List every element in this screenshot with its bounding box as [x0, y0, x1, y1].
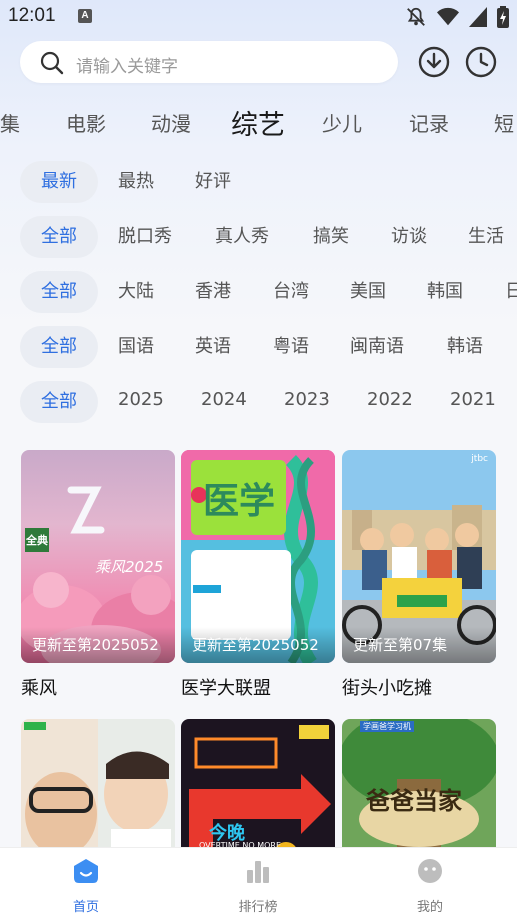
filter-chip-language-1[interactable]: 国语	[118, 326, 154, 368]
filter-chip-year-1[interactable]: 2025	[118, 381, 164, 421]
filter-chip-sort-2[interactable]: 好评	[195, 161, 231, 203]
show-card[interactable]: jtbc 更新至第07集 街头小吃摊	[342, 450, 496, 699]
history-icon[interactable]	[465, 46, 497, 78]
filter-chip-language-3[interactable]: 粤语	[273, 326, 309, 368]
filter-chip-language-0[interactable]: 全部	[20, 326, 98, 368]
filter-chip-region-1[interactable]: 大陆	[118, 271, 154, 313]
filter-chip-region-0[interactable]: 全部	[20, 271, 98, 313]
download-icon[interactable]	[418, 46, 450, 78]
filter-chip-language-5[interactable]: 韩语	[447, 326, 483, 368]
notification-badge-icon: A	[78, 9, 92, 23]
poster-text: jtbc	[471, 454, 488, 464]
status-icons	[405, 6, 509, 28]
filter-chip-genre-4[interactable]: 访谈	[391, 216, 427, 258]
filter-chip-genre-2[interactable]: 真人秀	[215, 216, 269, 258]
filter-chip-genre-3[interactable]: 搞笑	[313, 216, 349, 258]
update-badge: 更新至第2025052	[181, 627, 335, 663]
update-badge: 更新至第07集	[342, 627, 496, 663]
poster-tag: 全典	[26, 534, 48, 547]
filter-chip-year-4[interactable]: 2022	[367, 381, 413, 421]
poster-image: 医学 更新至第2025052	[181, 450, 335, 663]
filter-chip-region-4[interactable]: 美国	[350, 271, 386, 313]
filter-chip-region-5[interactable]: 韩国	[427, 271, 463, 313]
wifi-icon	[437, 7, 459, 26]
filter-row-sort: 最新 最热 好评	[0, 161, 517, 203]
signal-icon	[469, 7, 487, 27]
filter-chip-year-3[interactable]: 2023	[284, 381, 330, 421]
filter-chip-year-5[interactable]: 2021	[450, 381, 496, 421]
show-card[interactable]: 全典 乘风2025 更新至第2025052 乘风	[21, 450, 175, 699]
nav-item-home[interactable]: 首页	[0, 848, 172, 920]
profile-icon	[418, 859, 442, 883]
filter-chip-sort-0[interactable]: 最新	[20, 161, 98, 203]
search-input[interactable]: 请输入关键字	[20, 41, 398, 83]
tab-category-6[interactable]: 短	[494, 108, 514, 137]
bottom-nav: 首页 排行榜 我的	[0, 847, 517, 920]
tab-category-0[interactable]: 集	[0, 108, 20, 137]
filter-chip-language-4[interactable]: 闽南语	[350, 326, 404, 368]
tab-category-2[interactable]: 动漫	[151, 108, 191, 137]
status-time: 12:01	[8, 5, 56, 26]
filter-chip-genre-0[interactable]: 全部	[20, 216, 98, 258]
mute-icon	[407, 7, 425, 26]
filter-chip-sort-1[interactable]: 最热	[118, 161, 154, 203]
filter-chip-genre-5[interactable]: 生活	[468, 216, 504, 258]
nav-label: 排行榜	[238, 900, 278, 915]
show-card[interactable]: 医学 更新至第2025052 医学大联盟	[181, 450, 335, 699]
filter-chip-region-6[interactable]: 日	[505, 271, 517, 313]
tab-category-1[interactable]: 电影	[66, 108, 106, 137]
status-bar: 12:01 A	[0, 0, 517, 36]
filter-row-genre: 全部 脱口秀 真人秀 搞笑 访谈 生活	[0, 216, 517, 258]
nav-item-profile[interactable]: 我的	[344, 848, 516, 920]
tab-category-3-active[interactable]: 综艺	[231, 103, 285, 142]
poster-image: jtbc 更新至第07集	[342, 450, 496, 663]
nav-item-ranking[interactable]: 排行榜	[172, 848, 344, 920]
filter-row-year: 全部 2025 2024 2023 2022 2021	[0, 381, 517, 423]
chart-icon	[247, 861, 269, 883]
nav-label: 首页	[72, 900, 99, 915]
battery-icon	[497, 6, 509, 28]
filter-chip-genre-1[interactable]: 脱口秀	[118, 216, 172, 258]
poster-text: 乘风2025	[95, 558, 164, 576]
nav-label: 我的	[416, 900, 443, 915]
filter-chip-region-3[interactable]: 台湾	[273, 271, 309, 313]
card-title: 街头小吃摊	[342, 678, 432, 699]
search-placeholder: 请输入关键字	[76, 57, 178, 77]
poster-text: 医学	[203, 481, 276, 522]
filter-chip-region-2[interactable]: 香港	[195, 271, 231, 313]
filter-row-region: 全部 大陆 香港 台湾 美国 韩国 日	[0, 271, 517, 313]
filter-chip-language-2[interactable]: 英语	[195, 326, 231, 368]
poster-tag: 学画爸学习机	[360, 721, 414, 732]
filter-row-language: 全部 国语 英语 粤语 闽南语 韩语	[0, 326, 517, 368]
search-icon	[40, 51, 64, 75]
home-icon	[74, 859, 98, 883]
card-title: 乘风	[21, 678, 57, 699]
tab-category-4[interactable]: 少儿	[322, 108, 362, 137]
filter-chip-year-2[interactable]: 2024	[201, 381, 247, 421]
poster-text: 爸爸当家	[366, 787, 462, 815]
category-tabs: 集 电影 动漫 综艺 少儿 记录 短	[0, 100, 517, 144]
card-title: 医学大联盟	[181, 678, 271, 699]
poster-image: 全典 乘风2025 更新至第2025052	[21, 450, 175, 663]
tab-category-5[interactable]: 记录	[409, 108, 449, 137]
update-badge: 更新至第2025052	[21, 627, 175, 663]
filter-chip-year-0[interactable]: 全部	[20, 381, 98, 423]
